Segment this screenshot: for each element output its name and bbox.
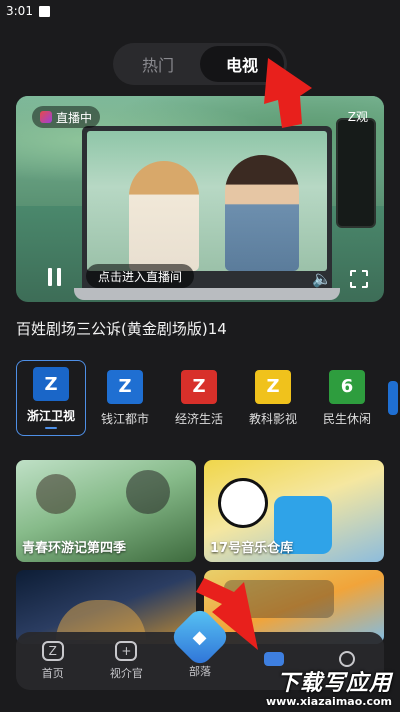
channel-logo-icon: Z <box>33 367 69 401</box>
channel-label: 教科影视 <box>248 411 297 426</box>
status-bar: 3:01 <box>0 0 400 22</box>
channel-label: 浙江卫视 <box>26 409 75 423</box>
pause-icon-bar <box>56 268 61 286</box>
tab-label: 部落 <box>188 665 211 678</box>
card-artwork <box>126 470 170 514</box>
live-logo-icon <box>40 111 52 123</box>
watermark-text: 下载写应用 <box>276 671 392 696</box>
video-person-right <box>225 155 299 271</box>
channel-label: 钱江都市 <box>100 411 149 426</box>
card-artwork <box>224 580 334 618</box>
enter-live-button[interactable]: 点击进入直播间 <box>86 264 195 288</box>
tab-shijieguan[interactable]: + 视介官 <box>90 632 164 690</box>
status-time: 3:01 <box>6 4 33 18</box>
tab-tribe[interactable]: ◆ 部落 <box>163 605 237 690</box>
channel-economy[interactable]: Z 经济生活 <box>164 360 234 436</box>
channel-active-indicator <box>45 427 57 429</box>
video-person-left <box>129 161 199 271</box>
notification-icon <box>38 5 50 17</box>
watermark-url: www.xiazaimao.com <box>265 695 392 708</box>
pause-icon-bar <box>47 268 52 286</box>
card-artwork <box>36 474 76 514</box>
program-title: 百姓剧场三公诉(黄金剧场版)14 <box>16 320 227 338</box>
tab-home[interactable]: Z 首页 <box>16 632 90 690</box>
channel-logo-icon: 6 <box>329 369 365 404</box>
pause-button[interactable] <box>44 268 64 288</box>
channel-partial[interactable] <box>386 360 400 436</box>
channel-zhejiang-tv[interactable]: Z 浙江卫视 <box>16 360 86 436</box>
section-switcher: 热门 电视 <box>113 43 287 85</box>
program-card-title: 17号音乐仓库 <box>210 541 294 556</box>
live-badge: 直播中 <box>32 106 101 128</box>
plus-icon: + <box>115 641 138 661</box>
home-icon: Z <box>41 641 64 661</box>
live-badge-label: 直播中 <box>56 110 93 125</box>
channel-label: 经济生活 <box>174 411 223 426</box>
tv-icon <box>263 652 284 666</box>
channel-label: 民生休闲 <box>322 411 371 426</box>
tab-label: 视介官 <box>109 667 143 680</box>
video-laptop-base <box>74 288 340 300</box>
video-phone-prop <box>336 118 376 228</box>
program-card[interactable]: 青春环游记第四季 <box>16 460 196 562</box>
channel-education[interactable]: Z 教科影视 <box>238 360 308 436</box>
channel-list: Z 浙江卫视 Z 钱江都市 Z 经济生活 Z 教科影视 6 民生休闲 <box>16 360 400 440</box>
channel-qianjiang[interactable]: Z 钱江都市 <box>90 360 160 436</box>
channel-logo-icon <box>388 381 398 415</box>
profile-icon <box>339 651 356 667</box>
channel-logo-icon: Z <box>107 369 143 404</box>
fullscreen-icon[interactable] <box>350 270 368 288</box>
program-card-title: 青春环游记第四季 <box>22 541 127 556</box>
program-card[interactable]: 17号音乐仓库 <box>204 460 384 562</box>
card-artwork <box>218 478 268 528</box>
tab-label: 首页 <box>41 667 64 680</box>
tab-hot[interactable]: 热门 <box>116 46 200 82</box>
video-laptop-screen <box>87 131 327 271</box>
tab-tv[interactable]: 电视 <box>200 46 284 82</box>
channel-minsheng[interactable]: 6 民生休闲 <box>312 360 382 436</box>
live-video-player[interactable]: 直播中 Z观 点击进入直播间 🔈 <box>16 96 384 302</box>
brand-label: Z观 <box>347 110 368 124</box>
brand-watermark: Z观 <box>348 108 368 125</box>
volume-icon[interactable]: 🔈 <box>312 269 332 288</box>
channel-logo-icon: Z <box>181 369 217 404</box>
channel-logo-icon: Z <box>255 369 291 404</box>
site-watermark: 下载写应用 www.xiazaimao.com <box>265 671 392 709</box>
